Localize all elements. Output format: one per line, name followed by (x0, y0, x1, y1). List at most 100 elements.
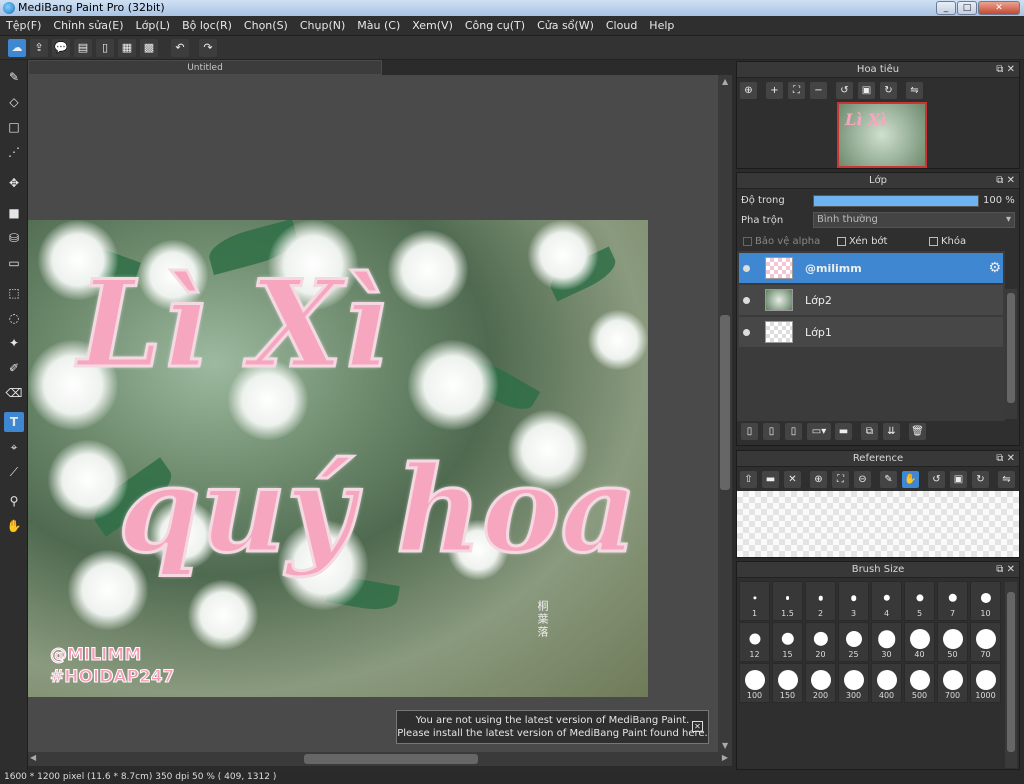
merge-down-icon[interactable]: ⇊ (883, 423, 900, 440)
flip-icon[interactable]: ⇋ (906, 82, 923, 99)
brush-size-25[interactable]: 25 (838, 622, 869, 662)
fill-rect-tool-icon[interactable]: ■ (4, 203, 24, 223)
flip-icon[interactable]: ⇋ (998, 471, 1015, 488)
fit-icon[interactable]: ⛶ (788, 82, 805, 99)
protect-alpha-checkbox[interactable]: Bảo vệ alpha (743, 236, 820, 247)
brush-size-50[interactable]: 50 (937, 622, 968, 662)
fit-icon[interactable]: ⛶ (832, 471, 849, 488)
rectangle-tool-icon[interactable]: □ (4, 117, 24, 137)
trash-icon[interactable]: 🗑 (909, 423, 926, 440)
brush-size-4[interactable]: 4 (871, 581, 902, 621)
gradient-tool-icon[interactable]: ▭ (4, 253, 24, 273)
brush-size-1[interactable]: 1 (739, 581, 770, 621)
layer-row-milimm[interactable]: @milimm ⚙ (739, 253, 1003, 284)
operation-tool-icon[interactable]: ⌖ (4, 437, 24, 457)
menu-help[interactable]: Help (643, 16, 680, 36)
zoom-out-icon[interactable]: − (810, 82, 827, 99)
horizontal-scroll-thumb[interactable] (304, 754, 478, 764)
bucket-tool-icon[interactable]: ⛁ (4, 228, 24, 248)
document-tab[interactable]: Untitled (28, 60, 382, 75)
menu-select[interactable]: Chọn(S) (238, 16, 294, 36)
zoom-in-icon[interactable]: ⊕ (810, 471, 827, 488)
cloud-icon[interactable]: ☁ (8, 39, 26, 57)
magic-wand-tool-icon[interactable]: ✦ (4, 333, 24, 353)
lock-checkbox[interactable]: Khóa (929, 236, 966, 247)
brush-size-10[interactable]: 10 (970, 581, 1001, 621)
select-pen-tool-icon[interactable]: ✐ (4, 358, 24, 378)
navigator-thumbnail[interactable]: Lì Xì (837, 102, 927, 168)
rotate-right-icon[interactable]: ↻ (880, 82, 897, 99)
layer-panel-controls-icon[interactable]: ⧉ ✕ (996, 173, 1015, 189)
close-reference-icon[interactable]: ✕ (784, 471, 801, 488)
minimize-button[interactable]: _ (936, 1, 956, 15)
zoom-plus-icon[interactable]: + (766, 82, 783, 99)
brush-size-15[interactable]: 15 (772, 622, 803, 662)
brush-scrollbar[interactable] (1005, 582, 1017, 768)
page-icon[interactable]: ▯ (96, 39, 114, 57)
brush-size-20[interactable]: 20 (805, 622, 836, 662)
visibility-icon[interactable] (743, 265, 750, 272)
menu-file[interactable]: Tệp(F) (0, 16, 47, 36)
reset-view-icon[interactable]: ▣ (950, 471, 967, 488)
layer-settings-gear-icon[interactable]: ⚙ (988, 253, 1001, 284)
menu-window[interactable]: Cửa sổ(W) (531, 16, 600, 36)
lasso-tool-icon[interactable]: ◌ (4, 308, 24, 328)
reference-panel-controls-icon[interactable]: ⧉ ✕ (996, 451, 1015, 467)
brush-size-70[interactable]: 70 (970, 622, 1001, 662)
reference-canvas[interactable] (737, 491, 1019, 557)
eyedropper-icon[interactable]: ✎ (880, 471, 897, 488)
clipping-checkbox[interactable]: Xén bớt (837, 236, 887, 247)
dot-line-tool-icon[interactable]: ⋰ (4, 142, 24, 162)
panel-grid-icon[interactable]: ▩ (140, 39, 158, 57)
close-button[interactable]: ✕ (978, 1, 1020, 15)
add-layer-menu-icon[interactable]: ▭▾ (807, 423, 831, 440)
layer-row-lop1[interactable]: Lớp1 (739, 317, 1003, 348)
maximize-button[interactable]: □ (957, 1, 977, 15)
layer-row-lop2[interactable]: Lớp2 (739, 285, 1003, 316)
menu-view[interactable]: Xem(V) (406, 16, 459, 36)
speech-bubble-icon[interactable]: 💬 (52, 39, 70, 57)
eyedropper-tool-icon[interactable]: ⚲ (4, 491, 24, 511)
brush-size-700[interactable]: 700 (937, 663, 968, 703)
rotate-left-icon[interactable]: ↺ (836, 82, 853, 99)
canvas-horizontal-scrollbar[interactable]: ◀ ▶ (28, 752, 732, 766)
vertical-scroll-thumb[interactable] (720, 315, 730, 490)
select-rect-tool-icon[interactable]: ⬚ (4, 283, 24, 303)
brush-size-30[interactable]: 30 (871, 622, 902, 662)
brush-panel-controls-icon[interactable]: ⧉ ✕ (996, 562, 1015, 578)
brush-size-200[interactable]: 200 (805, 663, 836, 703)
brush-size-150[interactable]: 150 (772, 663, 803, 703)
brush-size-500[interactable]: 500 (904, 663, 935, 703)
duplicate-layer-icon[interactable]: ⧉ (861, 423, 878, 440)
brush-size-7[interactable]: 7 (937, 581, 968, 621)
reset-view-icon[interactable]: ▣ (858, 82, 875, 99)
move-tool-icon[interactable]: ✥ (4, 173, 24, 193)
brush-size-40[interactable]: 40 (904, 622, 935, 662)
brush-size-5[interactable]: 5 (904, 581, 935, 621)
menu-layer[interactable]: Lớp(L) (130, 16, 177, 36)
text-bubble-icon[interactable]: ▤ (74, 39, 92, 57)
brush-size-1.5[interactable]: 1.5 (772, 581, 803, 621)
divide-tool-icon[interactable]: ⟋ (4, 462, 24, 482)
eraser-tool-icon[interactable]: ◇ (4, 92, 24, 112)
menu-filter[interactable]: Bộ lọc(R) (176, 16, 238, 36)
canvas-vertical-scrollbar[interactable]: ▲ ▼ (718, 75, 732, 752)
export-icon[interactable]: ⇪ (30, 39, 48, 57)
zoom-in-icon[interactable]: ⊕ (740, 82, 757, 99)
brush-size-100[interactable]: 100 (739, 663, 770, 703)
hand-tool-icon[interactable]: ✋ (4, 516, 24, 536)
blend-select[interactable]: Bình thường ▾ (813, 212, 1015, 228)
layer-list-scrollbar[interactable] (1005, 289, 1017, 419)
cloud-upload-icon[interactable]: ⇧ (740, 471, 757, 488)
brush-size-400[interactable]: 400 (871, 663, 902, 703)
menu-snap[interactable]: Chụp(N) (294, 16, 351, 36)
zoom-out-icon[interactable]: ⊖ (854, 471, 871, 488)
hand-icon[interactable]: ✋ (902, 471, 919, 488)
brush-size-3[interactable]: 3 (838, 581, 869, 621)
menu-cloud[interactable]: Cloud (600, 16, 643, 36)
menu-edit[interactable]: Chỉnh sửa(E) (47, 16, 129, 36)
brush-size-300[interactable]: 300 (838, 663, 869, 703)
new-layer-8bit-icon[interactable]: ▯ (763, 423, 780, 440)
notice-close-icon[interactable]: ✕ (692, 721, 703, 732)
opacity-slider[interactable] (813, 195, 979, 207)
